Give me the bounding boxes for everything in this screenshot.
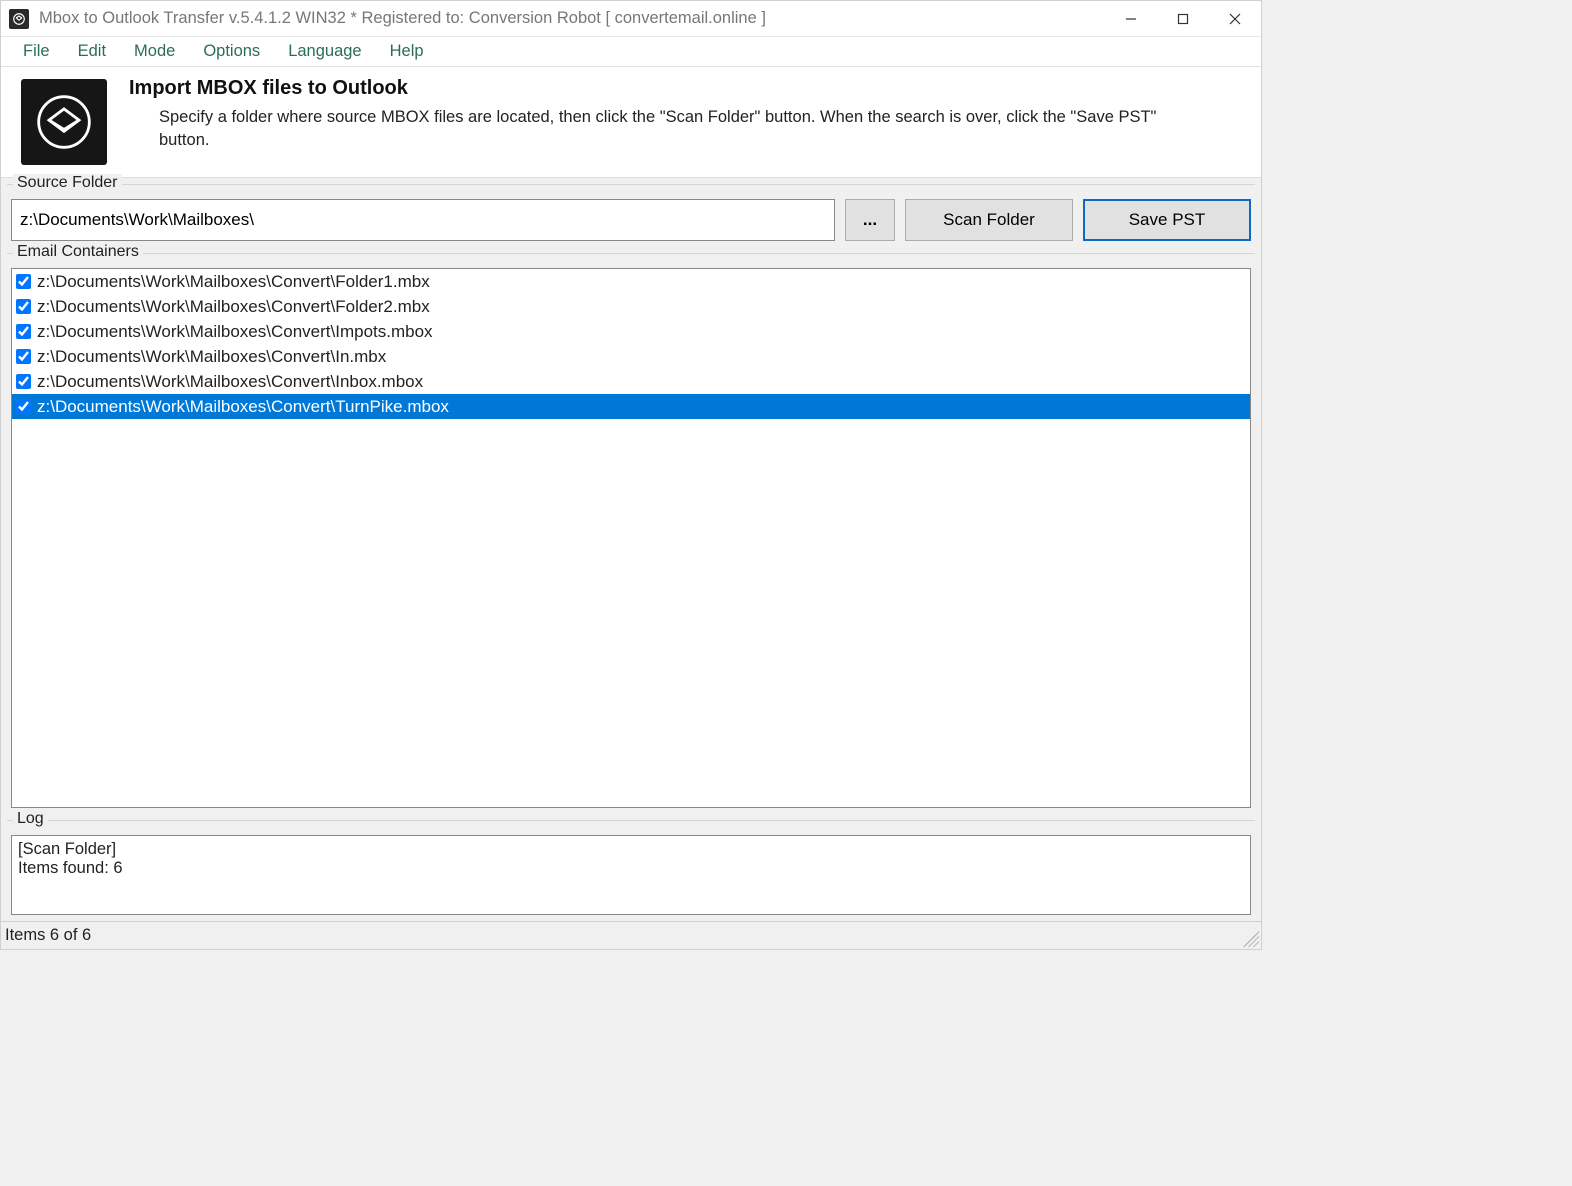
menu-language[interactable]: Language xyxy=(276,39,373,64)
source-folder-group: Source Folder ... Scan Folder Save PST xyxy=(7,184,1255,247)
menu-mode[interactable]: Mode xyxy=(122,39,187,64)
list-item-path: z:\Documents\Work\Mailboxes\Convert\Fold… xyxy=(37,272,430,292)
app-icon xyxy=(9,9,29,29)
menu-help[interactable]: Help xyxy=(378,39,436,64)
menubar: FileEditModeOptionsLanguageHelp xyxy=(1,37,1261,67)
resize-grip-icon[interactable] xyxy=(1243,931,1259,947)
list-item[interactable]: z:\Documents\Work\Mailboxes\Convert\Impo… xyxy=(12,319,1250,344)
log-group: Log [Scan Folder] Items found: 6 xyxy=(7,820,1255,921)
header-description: Specify a folder where source MBOX files… xyxy=(129,106,1179,152)
log-label: Log xyxy=(13,810,48,828)
list-item-checkbox[interactable] xyxy=(16,374,31,389)
titlebar: Mbox to Outlook Transfer v.5.4.1.2 WIN32… xyxy=(1,1,1261,37)
save-pst-button[interactable]: Save PST xyxy=(1083,199,1251,241)
list-item-checkbox[interactable] xyxy=(16,274,31,289)
list-item-path: z:\Documents\Work\Mailboxes\Convert\Impo… xyxy=(37,322,433,342)
list-item-checkbox[interactable] xyxy=(16,324,31,339)
header-text: Import MBOX files to Outlook Specify a f… xyxy=(129,77,1179,152)
email-containers-group: Email Containers z:\Documents\Work\Mailb… xyxy=(7,253,1255,814)
list-item[interactable]: z:\Documents\Work\Mailboxes\Convert\In.m… xyxy=(12,344,1250,369)
statusbar: Items 6 of 6 xyxy=(1,921,1261,949)
window-controls xyxy=(1105,1,1261,37)
window-title: Mbox to Outlook Transfer v.5.4.1.2 WIN32… xyxy=(39,9,766,28)
log-textarea[interactable]: [Scan Folder] Items found: 6 xyxy=(11,835,1251,915)
minimize-button[interactable] xyxy=(1105,1,1157,37)
email-containers-list[interactable]: z:\Documents\Work\Mailboxes\Convert\Fold… xyxy=(11,268,1251,808)
source-folder-input[interactable] xyxy=(11,199,835,241)
browse-button[interactable]: ... xyxy=(845,199,895,241)
list-item-path: z:\Documents\Work\Mailboxes\Convert\Inbo… xyxy=(37,372,423,392)
mbox-logo-icon xyxy=(21,79,107,165)
list-item-path: z:\Documents\Work\Mailboxes\Convert\In.m… xyxy=(37,347,386,367)
scan-folder-button[interactable]: Scan Folder xyxy=(905,199,1073,241)
header-title: Import MBOX files to Outlook xyxy=(129,77,1179,100)
list-item[interactable]: z:\Documents\Work\Mailboxes\Convert\Fold… xyxy=(12,269,1250,294)
source-folder-label: Source Folder xyxy=(13,174,122,192)
list-item-checkbox[interactable] xyxy=(16,299,31,314)
list-item-checkbox[interactable] xyxy=(16,399,31,414)
maximize-button[interactable] xyxy=(1157,1,1209,37)
status-text: Items 6 of 6 xyxy=(5,926,91,945)
list-item[interactable]: z:\Documents\Work\Mailboxes\Convert\Fold… xyxy=(12,294,1250,319)
header-panel: Import MBOX files to Outlook Specify a f… xyxy=(1,67,1261,178)
menu-file[interactable]: File xyxy=(11,39,62,64)
list-item-checkbox[interactable] xyxy=(16,349,31,364)
menu-options[interactable]: Options xyxy=(191,39,272,64)
list-item[interactable]: z:\Documents\Work\Mailboxes\Convert\Turn… xyxy=(12,394,1250,419)
menu-edit[interactable]: Edit xyxy=(66,39,118,64)
list-item-path: z:\Documents\Work\Mailboxes\Convert\Fold… xyxy=(37,297,430,317)
email-containers-label: Email Containers xyxy=(13,243,143,261)
list-item-path: z:\Documents\Work\Mailboxes\Convert\Turn… xyxy=(37,397,449,417)
list-item[interactable]: z:\Documents\Work\Mailboxes\Convert\Inbo… xyxy=(12,369,1250,394)
close-button[interactable] xyxy=(1209,1,1261,37)
